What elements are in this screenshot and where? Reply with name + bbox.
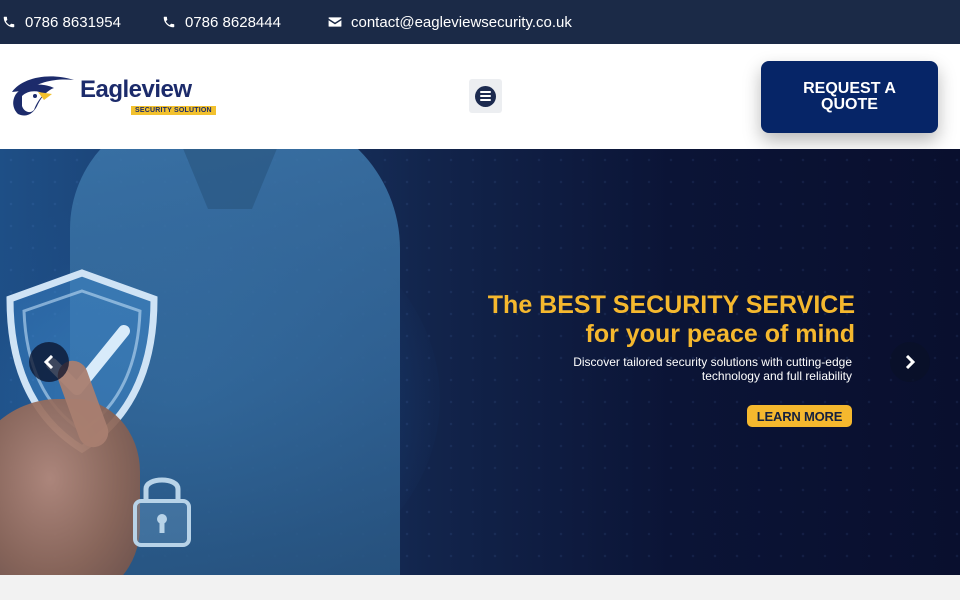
phone-link-2[interactable]: 0786 8628444: [162, 0, 281, 44]
top-contact-bar: 0786 8631954 0786 8628444 contact@eaglev…: [0, 0, 960, 44]
hamburger-menu-icon: [475, 85, 496, 107]
site-logo[interactable]: Eagleview SECURITY SOLUTION: [8, 74, 218, 122]
logo-wordmark: Eagleview: [80, 76, 192, 103]
hero-title-line2: for your peace of mind: [585, 320, 855, 348]
slider-prev-button[interactable]: [29, 342, 69, 382]
phone-number-1: 0786 8631954: [25, 13, 121, 31]
padlock-icon: [133, 477, 191, 547]
email-link[interactable]: contact@eagleviewsecurity.co.uk: [328, 0, 572, 44]
learn-more-button[interactable]: LEARN MORE: [747, 405, 852, 427]
phone-icon: [162, 15, 176, 29]
envelope-icon: [328, 16, 342, 28]
hero-slider: The BEST SECURITY SERVICE for your peace…: [0, 149, 960, 575]
hero-subtitle: Discover tailored security solutions wit…: [573, 355, 852, 383]
chevron-right-icon: [905, 355, 916, 369]
eagle-logo-icon: [12, 76, 74, 116]
email-address: contact@eagleviewsecurity.co.uk: [351, 13, 572, 31]
phone-icon: [2, 15, 16, 29]
request-quote-button[interactable]: REQUEST A QUOTE: [761, 61, 938, 133]
menu-toggle-button[interactable]: [469, 79, 502, 113]
slider-next-button[interactable]: [890, 342, 930, 382]
chevron-left-icon: [43, 355, 54, 369]
logo-tagline: SECURITY SOLUTION: [131, 106, 216, 115]
next-section-strip: [0, 575, 960, 600]
site-header: Eagleview SECURITY SOLUTION REQUEST A QU…: [0, 44, 960, 149]
phone-link-1[interactable]: 0786 8631954: [2, 0, 121, 44]
hero-hand-image: [0, 399, 140, 575]
phone-number-2: 0786 8628444: [185, 13, 281, 31]
hero-title-line1: The BEST SECURITY SERVICE: [487, 291, 855, 319]
